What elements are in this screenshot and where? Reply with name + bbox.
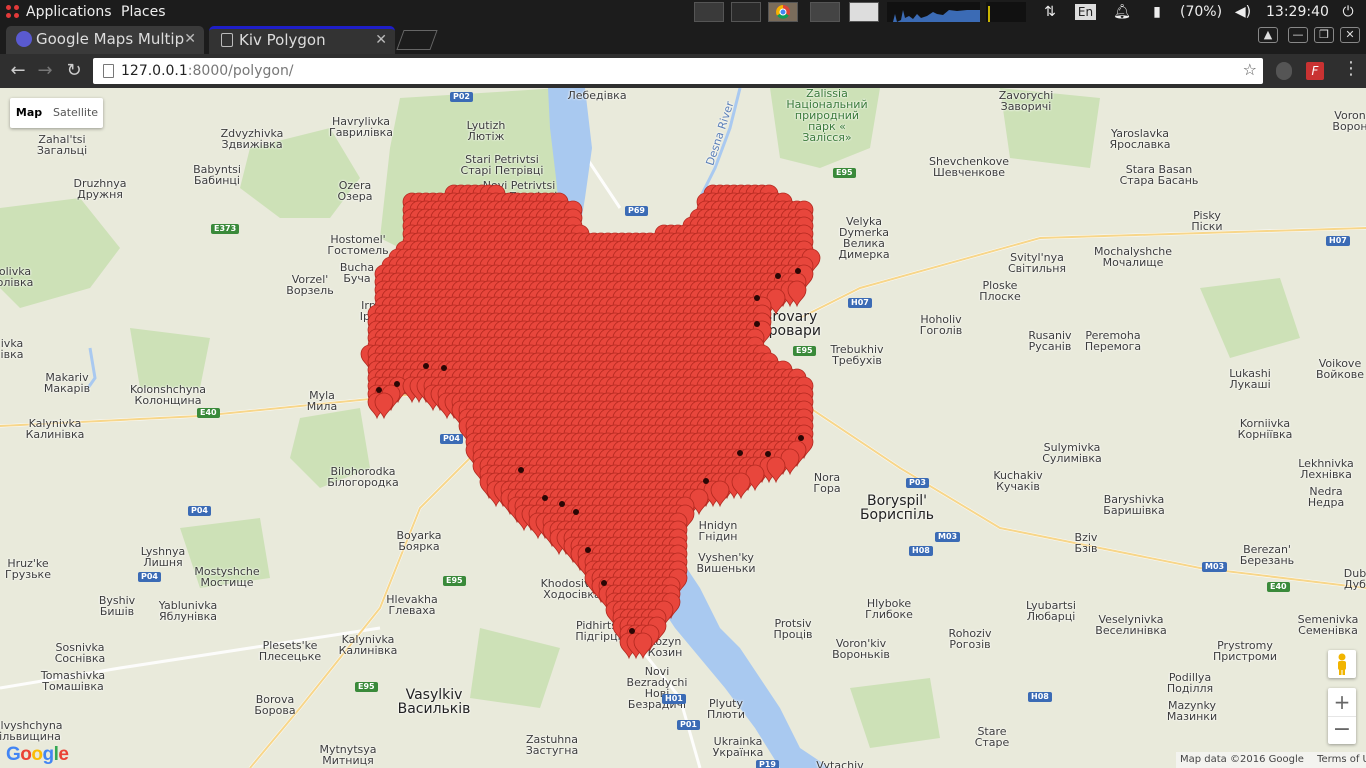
street-view-pegman-icon[interactable] xyxy=(1328,650,1356,678)
taskbar-editor[interactable] xyxy=(731,2,761,22)
page-icon xyxy=(221,33,233,47)
tab-bar: Google Maps Multip ✕ Kiv Polygon ✕ ▲ — ❐… xyxy=(0,24,1366,54)
zoom-in-button[interactable]: + xyxy=(1328,688,1356,716)
menu-icon[interactable]: ⋮ xyxy=(1342,60,1360,78)
map-marker-dot xyxy=(559,501,565,507)
extension-f-icon[interactable]: F xyxy=(1306,62,1324,80)
top-panel: Applications Places ⇅ En 🔔︎ ▮ (70%) ◀) 1… xyxy=(0,0,1366,24)
network-graph xyxy=(986,2,1026,22)
map-marker-dot xyxy=(376,387,382,393)
reload-button[interactable]: ↻ xyxy=(62,59,86,83)
zoom-control: + − xyxy=(1328,688,1356,744)
battery-indicator[interactable]: (70%) xyxy=(1180,3,1222,21)
zoom-out-button[interactable]: − xyxy=(1328,716,1356,744)
map-marker-dot xyxy=(394,381,400,387)
close-icon[interactable]: ✕ xyxy=(184,26,196,52)
logo-letter: G xyxy=(6,744,21,765)
close-window-button[interactable]: ✕ xyxy=(1340,27,1360,43)
polygon-markers xyxy=(360,184,821,660)
map-type-control: Map Satellite xyxy=(10,98,103,128)
bell-icon[interactable]: 🔔︎ xyxy=(1113,3,1131,21)
map-marker-dot xyxy=(737,450,743,456)
page-icon xyxy=(103,64,114,78)
new-tab-button[interactable] xyxy=(396,30,438,50)
map-marker-dot xyxy=(795,268,801,274)
cpu-graph xyxy=(887,2,980,22)
maximize-button[interactable]: ❐ xyxy=(1314,27,1334,43)
logo-letter: o xyxy=(20,744,32,765)
network-icon[interactable]: ⇅ xyxy=(1040,3,1060,21)
mouse-icon[interactable]: ▮ xyxy=(1149,3,1165,21)
profile-icon[interactable]: ▲ xyxy=(1258,27,1278,43)
url-text[interactable]: 127.0.0.1:8000/polygon/ xyxy=(121,58,294,84)
map-canvas[interactable]: Лебедівка Lyutizh Лютіж Stari Petrivtsi Ст… xyxy=(0,88,1366,768)
tab-title: Google Maps Multip xyxy=(36,30,185,48)
browser-toolbar: ← → ↻ 127.0.0.1:8000/polygon/ ☆ F ⋮ xyxy=(0,54,1366,88)
tab-title: Kiv Polygon xyxy=(239,31,326,49)
map-marker-dot xyxy=(585,547,591,553)
map-marker-dot xyxy=(754,321,760,327)
clock[interactable]: 13:29:40 xyxy=(1266,3,1329,21)
logo-letter: g xyxy=(42,744,55,765)
address-bar[interactable]: 127.0.0.1:8000/polygon/ ☆ xyxy=(93,58,1263,84)
map-marker-dot xyxy=(754,295,760,301)
taskbar-chrome[interactable] xyxy=(768,2,798,22)
back-button[interactable]: ← xyxy=(6,59,30,83)
map-type-satellite-button[interactable]: Satellite xyxy=(48,98,103,128)
logo-letter: e xyxy=(58,744,69,765)
map-marker-dot xyxy=(798,435,804,441)
applications-icon[interactable] xyxy=(5,4,20,19)
url-host: 127.0.0.1 xyxy=(121,63,188,79)
logo-letter: o xyxy=(31,744,43,765)
tab-favicon-icon xyxy=(16,31,32,47)
url-path: :8000/polygon/ xyxy=(187,63,294,79)
taskbar-window[interactable] xyxy=(810,2,840,22)
forward-button[interactable]: → xyxy=(33,59,57,83)
map-marker-dot xyxy=(423,363,429,369)
google-logo[interactable]: Google xyxy=(6,744,69,766)
map-marker-dot xyxy=(775,273,781,279)
extension-icon[interactable] xyxy=(1276,62,1292,80)
applications-menu[interactable]: Applications xyxy=(26,3,112,21)
tab-kiv-polygon[interactable]: Kiv Polygon ✕ xyxy=(209,26,395,54)
map-marker-dot xyxy=(629,628,635,634)
power-icon[interactable]: ⏻ xyxy=(1338,3,1358,21)
map-data-text: Map data ©2016 Google xyxy=(1180,754,1304,765)
map-marker-dot xyxy=(765,451,771,457)
tab-google-maps[interactable]: Google Maps Multip ✕ xyxy=(6,26,204,54)
map-marker-dot xyxy=(542,495,548,501)
close-icon[interactable]: ✕ xyxy=(375,29,387,51)
map-marker-dot xyxy=(703,478,709,484)
bookmark-star-icon[interactable]: ☆ xyxy=(1243,60,1257,79)
map-attribution: Map data ©2016 Google Terms of Use xyxy=(1176,752,1366,768)
taskbar-app[interactable] xyxy=(849,2,879,22)
taskbar-terminal[interactable] xyxy=(694,2,724,22)
map-type-map-button[interactable]: Map xyxy=(10,98,48,128)
terms-of-use-link[interactable]: Terms of Use xyxy=(1317,754,1366,765)
map-marker-dot xyxy=(573,509,579,515)
places-menu[interactable]: Places xyxy=(121,3,166,21)
minimize-button[interactable]: — xyxy=(1288,27,1308,43)
map-marker-dot xyxy=(601,580,607,586)
map-marker-dot xyxy=(518,467,524,473)
volume-icon[interactable]: ◀) xyxy=(1232,3,1254,21)
chrome-icon xyxy=(776,5,790,19)
map-marker-dot xyxy=(441,365,447,371)
keyboard-layout-indicator[interactable]: En xyxy=(1075,4,1096,20)
